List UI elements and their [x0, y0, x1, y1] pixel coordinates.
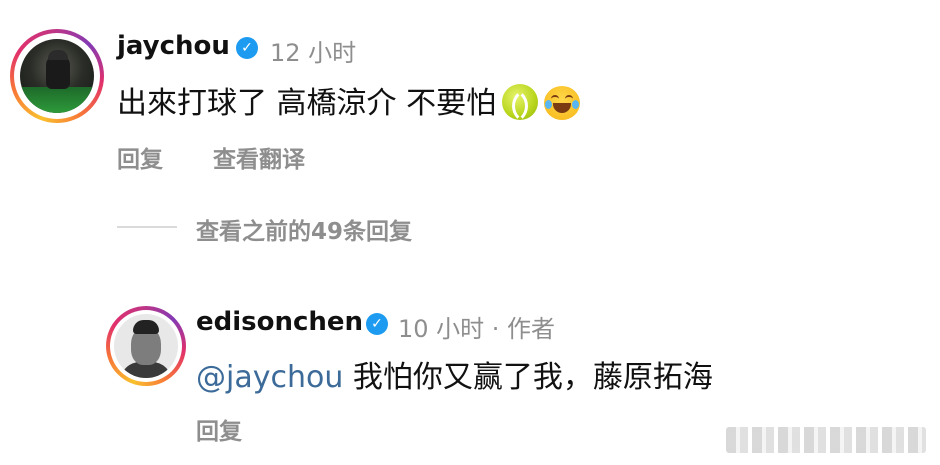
avatar-ring-gap — [110, 310, 182, 382]
mention-link[interactable]: @jaychou — [196, 360, 343, 395]
avatar-edisonchen[interactable] — [106, 306, 186, 386]
reply-username[interactable]: edisonchen — [196, 307, 363, 337]
comment-text: 出來打球了 高橋涼介 不要怕 — [117, 86, 497, 121]
view-previous-replies-button[interactable]: 查看之前的49条回复 — [196, 212, 412, 246]
avatar-image — [20, 39, 94, 113]
reply-button[interactable]: 回复 — [117, 140, 163, 174]
avatar-jaychou[interactable] — [10, 29, 104, 123]
reply-text: 我怕你又赢了我，藤原拓海 — [352, 360, 713, 395]
avatar-image — [114, 314, 178, 378]
comment-text-row: 出來打球了 高橋涼介 不要怕 — [117, 78, 581, 122]
reply-text-row: @jaychou 我怕你又赢了我，藤原拓海 — [196, 352, 713, 396]
reply-timestamp: 10 小时 · 作者 — [398, 315, 556, 343]
reply-button[interactable]: 回复 — [196, 412, 242, 446]
comment-timestamp: 12 小时 — [270, 39, 357, 67]
verified-badge-icon: ✓ — [366, 313, 388, 335]
tennis-ball-icon — [502, 84, 539, 120]
laughing-tears-icon — [544, 86, 581, 120]
replies-divider — [117, 226, 177, 228]
translate-button[interactable]: 查看翻译 — [213, 140, 305, 174]
verified-badge-icon: ✓ — [236, 37, 258, 59]
watermark — [726, 427, 926, 453]
avatar-ring-gap — [14, 33, 100, 119]
comment-username[interactable]: jaychou — [117, 31, 230, 61]
